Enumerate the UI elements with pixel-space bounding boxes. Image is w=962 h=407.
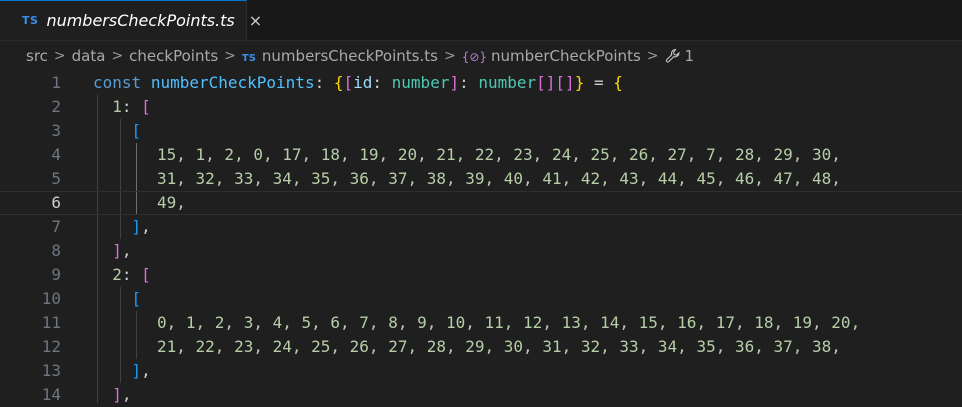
line-number: 5 [51, 169, 61, 188]
typescript-file-icon: TS [241, 53, 256, 64]
breadcrumb-file[interactable]: TS numbersCheckPoints.ts [242, 47, 438, 65]
line-content: ], [131, 217, 151, 236]
line-content: [ [131, 289, 142, 308]
code-line: 1 const numberCheckPoints: {[id: number]… [0, 71, 962, 95]
code-line: 12 21, 22, 23, 24, 25, 26, 27, 28, 29, 3… [0, 335, 962, 359]
breadcrumb-checkpoints[interactable]: checkPoints [129, 47, 218, 65]
line-number: 10 [41, 289, 61, 308]
code-line: 5 31, 32, 33, 34, 35, 36, 37, 38, 39, 40… [0, 167, 962, 191]
breadcrumb-property-label: 1 [684, 47, 695, 65]
line-number: 12 [41, 337, 61, 356]
line-number: 8 [51, 241, 61, 260]
line-content: 31, 32, 33, 34, 35, 36, 37, 38, 39, 40, … [157, 169, 841, 188]
line-content: const numberCheckPoints: {[id: number]: … [93, 73, 623, 92]
line-number: 11 [41, 313, 61, 332]
line-content: 0, 1, 2, 3, 4, 5, 6, 7, 8, 9, 10, 11, 12… [157, 313, 861, 332]
code-line: 7 ], [0, 215, 962, 239]
breadcrumb-symbol-label: numberCheckPoints [491, 47, 641, 65]
code-editor[interactable]: 1 const numberCheckPoints: {[id: number]… [0, 71, 962, 404]
line-number: 13 [41, 361, 61, 380]
close-icon[interactable]: × [249, 11, 262, 30]
line-number: 3 [51, 121, 61, 140]
typescript-file-icon: TS [22, 14, 39, 27]
code-line-current: 6 49, [0, 191, 962, 215]
line-number: 1 [51, 73, 61, 92]
code-line: 10 [ [0, 287, 962, 311]
breadcrumb-src[interactable]: src [26, 47, 48, 65]
line-content: ], [112, 385, 132, 404]
wrench-icon [665, 48, 679, 63]
code-line: 13 ], [0, 359, 962, 383]
line-number: 4 [51, 145, 61, 164]
tab-title[interactable]: numbersCheckPoints.ts [46, 11, 234, 30]
breadcrumb-file-label: numbersCheckPoints.ts [261, 47, 438, 65]
code-line: 4 15, 1, 2, 0, 17, 18, 19, 20, 21, 22, 2… [0, 143, 962, 167]
line-content: 15, 1, 2, 0, 17, 18, 19, 20, 21, 22, 23,… [157, 145, 841, 164]
variable-symbol-icon: {⊘} [461, 50, 488, 64]
line-number: 7 [51, 217, 61, 236]
line-number: 14 [41, 385, 61, 404]
code-line: 3 [ [0, 119, 962, 143]
chevron-right-icon: > [443, 48, 456, 64]
code-line: 14 ], [0, 383, 962, 407]
chevron-right-icon: > [224, 48, 236, 64]
code-line: 9 2: [ [0, 263, 962, 287]
line-number: 6 [51, 193, 61, 212]
tab-bar: TS numbersCheckPoints.ts × [0, 0, 962, 41]
breadcrumb-property[interactable]: 1 [665, 47, 695, 65]
chevron-right-icon: > [53, 48, 66, 64]
line-content: 1: [ [112, 97, 151, 116]
line-content: 49, [157, 193, 186, 212]
code-line: 8 ], [0, 239, 962, 263]
line-number: 9 [51, 265, 61, 284]
chevron-right-icon: > [646, 48, 659, 64]
line-content: 2: [ [112, 265, 151, 284]
line-content: [ [131, 121, 142, 140]
code-line: 2 1: [ [0, 95, 962, 119]
breadcrumb-data[interactable]: data [72, 47, 106, 65]
line-content: 21, 22, 23, 24, 25, 26, 27, 28, 29, 30, … [157, 337, 841, 356]
line-content: ], [112, 241, 132, 260]
editor-tab[interactable]: TS numbersCheckPoints.ts × [0, 0, 262, 40]
line-number: 2 [51, 97, 61, 116]
breadcrumb-symbol[interactable]: {⊘} numberCheckPoints [462, 47, 641, 65]
chevron-right-icon: > [111, 48, 124, 64]
code-line: 11 0, 1, 2, 3, 4, 5, 6, 7, 8, 9, 10, 11,… [0, 311, 962, 335]
breadcrumb: src > data > checkPoints > TS numbersChec… [0, 41, 962, 71]
line-content: ], [131, 361, 151, 380]
